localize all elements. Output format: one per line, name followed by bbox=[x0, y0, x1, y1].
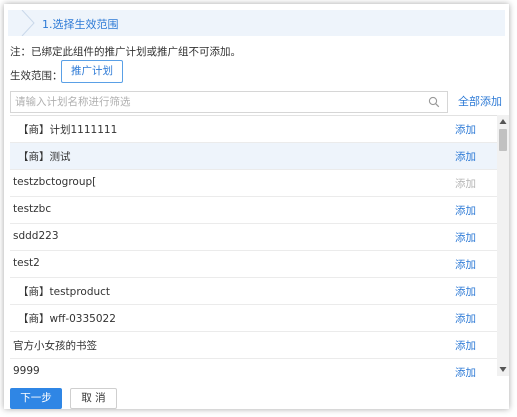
list-item[interactable]: 【商】wff-0335022 添加 bbox=[10, 305, 497, 332]
notice-text: 注：已绑定此组件的推广计划或推广组不可添加。 bbox=[10, 46, 241, 58]
add-button[interactable]: 添加 bbox=[455, 122, 476, 137]
list-item[interactable]: 【商】计划1111111 添加 bbox=[10, 116, 497, 143]
scope-label: 生效范围： bbox=[10, 70, 63, 82]
step-header: 1.选择生效范围 bbox=[8, 10, 505, 36]
scroll-up-arrow-icon[interactable] bbox=[497, 117, 509, 127]
add-all-link[interactable]: 全部添加 bbox=[458, 93, 502, 109]
list-item[interactable]: testzbc 添加 bbox=[10, 197, 497, 224]
list-item-label: sddd223 bbox=[13, 230, 59, 242]
list-item[interactable]: 【商】测试 添加 bbox=[10, 143, 497, 170]
next-step-button[interactable]: 下一步 bbox=[10, 388, 62, 409]
list-item-label: testzbctogroup[ bbox=[13, 176, 97, 188]
list-item-label: 官方小女孩的书签 bbox=[13, 340, 97, 352]
add-button[interactable]: 添加 bbox=[455, 338, 476, 353]
campaign-list: 【商】计划1111111 添加 【商】测试 添加 testzbctogroup[添加 te… bbox=[10, 115, 497, 377]
list-item-label: 9999 bbox=[13, 365, 40, 377]
list-item[interactable]: test2 添加 bbox=[10, 251, 497, 278]
scrollbar-thumb[interactable] bbox=[499, 129, 507, 151]
add-button[interactable]: 添加 bbox=[455, 311, 476, 326]
list-item-label: 【商】wff-0335022 bbox=[18, 313, 116, 325]
cancel-button[interactable]: 取 消 bbox=[70, 388, 117, 409]
list-item-label: testzbc bbox=[13, 203, 52, 215]
search-input[interactable] bbox=[15, 94, 415, 110]
chevron-right-icon bbox=[21, 10, 35, 36]
list-scrollbar[interactable] bbox=[497, 115, 509, 376]
add-button[interactable]: 添加 bbox=[455, 230, 476, 245]
add-button[interactable]: 添加 bbox=[455, 149, 476, 164]
scroll-down-arrow-icon[interactable] bbox=[497, 364, 509, 374]
add-button[interactable]: 添加 bbox=[455, 284, 476, 299]
list-item-label: 【商】testproduct bbox=[18, 286, 111, 298]
list-item[interactable]: 9999 添加 bbox=[10, 359, 497, 377]
list-item[interactable]: 【商】testproduct 添加 bbox=[10, 278, 497, 305]
search-icon[interactable] bbox=[428, 96, 440, 108]
list-item-label: 【商】测试 bbox=[18, 151, 71, 163]
add-button: 添加 bbox=[455, 178, 476, 190]
list-item[interactable]: 官方小女孩的书签 添加 bbox=[10, 332, 497, 359]
scope-campaign-button[interactable]: 推广计划 bbox=[61, 60, 123, 83]
list-item-label: 【商】计划1111111 bbox=[18, 124, 118, 136]
step-title: 1.选择生效范围 bbox=[42, 18, 119, 31]
scope-dialog: 1.选择生效范围 注：已绑定此组件的推广计划或推广组不可添加。 生效范围： 推广… bbox=[4, 4, 509, 409]
list-item[interactable]: testzbctogroup[ 添加 bbox=[10, 170, 497, 197]
add-button[interactable]: 添加 bbox=[455, 257, 476, 272]
list-item[interactable]: sddd223 添加 bbox=[10, 224, 497, 251]
add-button[interactable]: 添加 bbox=[455, 365, 476, 377]
add-button[interactable]: 添加 bbox=[455, 203, 476, 218]
search-box bbox=[10, 91, 448, 113]
list-item-label: test2 bbox=[13, 257, 40, 269]
